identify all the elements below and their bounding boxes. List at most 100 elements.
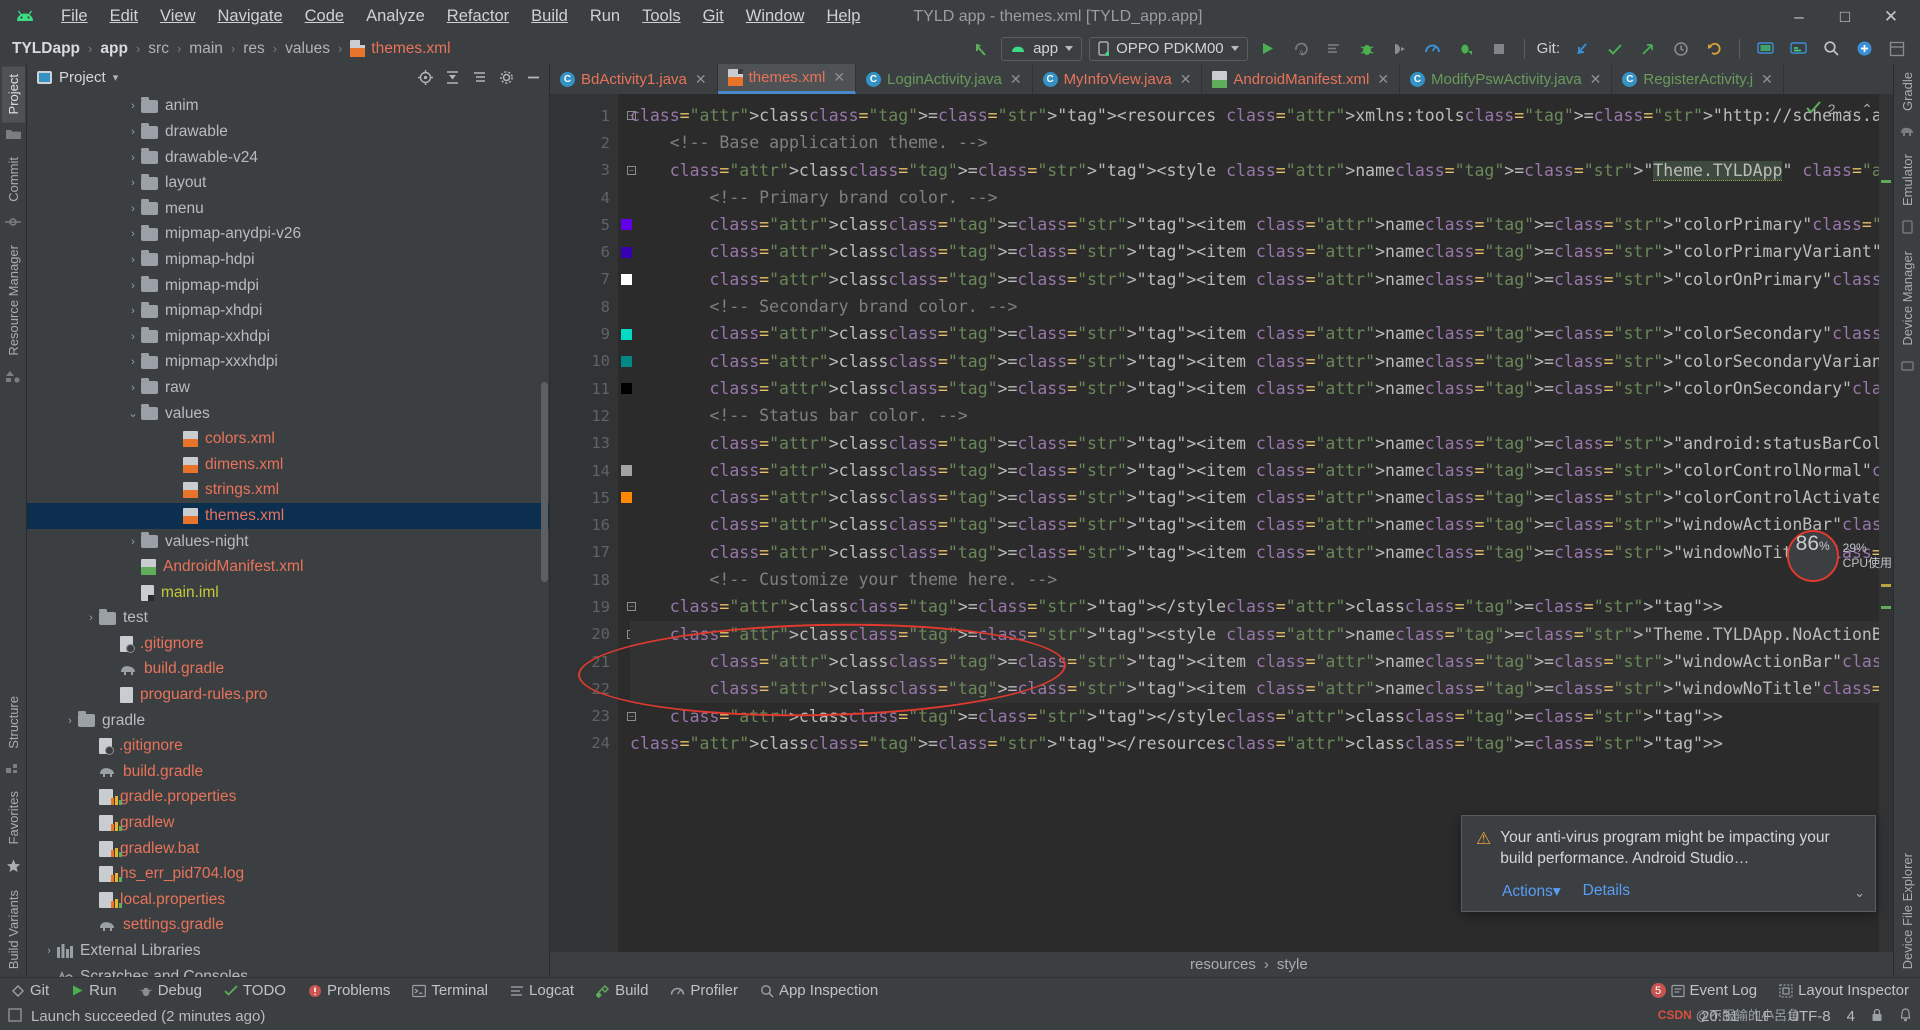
breadcrumb-tyldapp[interactable]: TYLDapp [10, 40, 82, 58]
tree-scrollbar[interactable] [541, 381, 548, 582]
tree-item-anim[interactable]: › anim [27, 94, 549, 120]
chevron-down-icon[interactable]: ▾ [113, 71, 119, 84]
git-push-icon[interactable] [1635, 36, 1661, 62]
tree-item-scratches-and-consoles[interactable]: Scratches and Consoles [27, 964, 549, 977]
select-opened-file-icon[interactable] [413, 66, 437, 90]
tree-item-mipmap-xxhdpi[interactable]: › mipmap-xxhdpi [27, 324, 549, 350]
code-line-14[interactable]: class="attr">classclass="tag">=class="st… [630, 457, 1893, 484]
gutter-line-6[interactable]: 6 [550, 238, 632, 265]
tree-item-gradlew-bat[interactable]: gradlew.bat [27, 836, 549, 862]
toolwindow-event-log[interactable]: 5 Event Log [1640, 978, 1769, 1004]
gutter-line-3[interactable]: 3− [550, 157, 636, 184]
stop-button[interactable] [1486, 36, 1512, 62]
code-line-24[interactable]: class="attr">classclass="tag">=class="st… [630, 730, 1893, 757]
cpu-usage-widget[interactable]: 86 % 29% CPU使用 [1786, 530, 1892, 582]
editor-tab-themes-xml[interactable]: themes.xml ✕ [717, 64, 857, 94]
git-commit-icon[interactable] [1602, 36, 1628, 62]
sidebar-tab-build-variants[interactable]: Build Variants [2, 882, 25, 977]
profiler-icon[interactable] [1420, 36, 1446, 62]
notification-collapse-icon[interactable]: ⌄ [1854, 885, 1865, 901]
gutter-line-1[interactable]: 1− [550, 102, 636, 129]
toolwindow-terminal[interactable]: Terminal [401, 978, 499, 1004]
tree-item-test[interactable]: › test [27, 605, 549, 631]
toolwindow-git[interactable]: Git [0, 978, 60, 1004]
toolwindow-run[interactable]: Run [60, 978, 128, 1004]
code-line-3[interactable]: class="attr">classclass="tag">=class="st… [630, 157, 1893, 184]
code-line-23[interactable]: class="attr">classclass="tag">=class="st… [630, 703, 1893, 730]
chevron-right-icon[interactable]: › [125, 382, 141, 394]
code-line-11[interactable]: class="attr">classclass="tag">=class="st… [630, 375, 1893, 402]
chevron-right-icon[interactable]: › [125, 356, 141, 368]
breadcrumb-values[interactable]: values [283, 40, 332, 58]
menu-analyze[interactable]: Analyze [355, 4, 436, 29]
tree-item-values-night[interactable]: › values-night [27, 529, 549, 555]
gutter-line-18[interactable]: 18 [550, 566, 618, 593]
toolwindow-profiler[interactable]: Profiler [659, 978, 749, 1004]
gutter-line-5[interactable]: 5 [550, 211, 632, 238]
device-selector[interactable]: OPPO PDKM00 [1089, 36, 1248, 61]
notification-bell-icon[interactable] [1899, 1007, 1912, 1026]
sidebar-tab-commit[interactable]: Commit [2, 149, 25, 210]
sidebar-tab-favorites[interactable]: Favorites [2, 783, 25, 852]
attach-debugger-icon[interactable] [1387, 36, 1413, 62]
gutter-line-8[interactable]: 8 [550, 293, 618, 320]
project-tree[interactable]: › anim › drawable › drawable-v24 › layout › menu ›… [27, 92, 549, 977]
editor-tab-loginactivity-java[interactable]: C LoginActivity.java ✕ [856, 64, 1033, 94]
chevron-down-icon[interactable]: ⌄ [125, 407, 141, 420]
sidebar-tab-gradle[interactable]: Gradle [1896, 64, 1919, 119]
chevron-down-icon[interactable]: ⌄ [1843, 101, 1855, 118]
chevron-right-icon[interactable]: › [125, 203, 141, 215]
menu-navigate[interactable]: Navigate [207, 4, 294, 29]
chevron-right-icon[interactable]: › [125, 331, 141, 343]
gutter-line-12[interactable]: 12 [550, 402, 618, 429]
editor-tab-bdactivity1-java[interactable]: C BdActivity1.java ✕ [550, 64, 718, 94]
gutter-line-14[interactable]: 14 [550, 457, 632, 484]
toolwindow-logcat[interactable]: Logcat [499, 978, 585, 1004]
gutter-line-20[interactable]: 20− [550, 621, 636, 648]
tree-item-themes-xml[interactable]: themes.xml [27, 503, 549, 529]
gutter-line-15[interactable]: 15 [550, 484, 632, 511]
code-line-15[interactable]: class="attr">classclass="tag">=class="st… [630, 484, 1893, 511]
code-line-12[interactable]: <!-- Status bar color. --> [630, 402, 1893, 429]
code-line-4[interactable]: <!-- Primary brand color. --> [630, 184, 1893, 211]
sidebar-tab-device-file-explorer[interactable]: Device File Explorer [1896, 845, 1919, 977]
sidebar-tab-device-manager[interactable]: Device Manager [1896, 243, 1919, 354]
editor-gutter[interactable]: 1−23−45678910111213141516171819−20−21222… [550, 94, 636, 952]
avd-manager-icon[interactable] [1752, 36, 1778, 62]
bottom-breadcrumb-resources[interactable]: resources [1190, 956, 1256, 973]
tree-item-colors-xml[interactable]: colors.xml [27, 426, 549, 452]
gutter-line-16[interactable]: 16 [550, 511, 618, 538]
menu-run[interactable]: Run [579, 4, 631, 29]
gutter-line-10[interactable]: 10 [550, 348, 632, 375]
close-icon[interactable]: ✕ [1180, 71, 1192, 88]
maximize-button[interactable]: □ [1822, 0, 1868, 33]
tree-item-mipmap-hdpi[interactable]: › mipmap-hdpi [27, 247, 549, 273]
collapse-all-icon[interactable] [467, 66, 491, 90]
sidebar-tab-emulator[interactable]: Emulator [1896, 146, 1919, 214]
toolwindow-debug[interactable]: Debug [128, 978, 213, 1004]
git-update-icon[interactable] [1569, 36, 1595, 62]
gutter-line-7[interactable]: 7 [550, 266, 632, 293]
menu-code[interactable]: Code [294, 4, 355, 29]
toolwindow-todo[interactable]: TODO [213, 978, 297, 1004]
toolwindow-problems[interactable]: Problems [297, 978, 401, 1004]
gutter-line-17[interactable]: 17 [550, 539, 618, 566]
chevron-right-icon[interactable]: › [62, 715, 78, 727]
tree-item-menu[interactable]: › menu [27, 196, 549, 222]
tree-item-values[interactable]: ⌄ values [27, 401, 549, 427]
code-line-17[interactable]: class="attr">classclass="tag">=class="st… [630, 539, 1893, 566]
chevron-right-icon[interactable]: › [125, 536, 141, 548]
sidebar-tab-project[interactable]: Project [1, 66, 25, 123]
tree-item-hs-err-pid704-log[interactable]: hs_err_pid704.log [27, 861, 549, 887]
chevron-right-icon[interactable]: › [83, 612, 99, 624]
gutter-line-11[interactable]: 11 [550, 375, 632, 402]
code-line-16[interactable]: class="attr">classclass="tag">=class="st… [630, 511, 1893, 538]
gutter-line-9[interactable]: 9 [550, 320, 632, 347]
notification-balloon[interactable]: ⚠ Your anti-virus program might be impac… [1461, 815, 1876, 912]
menu-view[interactable]: View [149, 4, 206, 29]
notification-details-link[interactable]: Details [1583, 882, 1630, 901]
chevron-right-icon[interactable]: › [125, 177, 141, 189]
tree-item-main-iml[interactable]: main.iml [27, 580, 549, 606]
code-line-5[interactable]: class="attr">classclass="tag">=class="st… [630, 211, 1893, 238]
bottom-breadcrumb-style[interactable]: style [1277, 956, 1308, 973]
